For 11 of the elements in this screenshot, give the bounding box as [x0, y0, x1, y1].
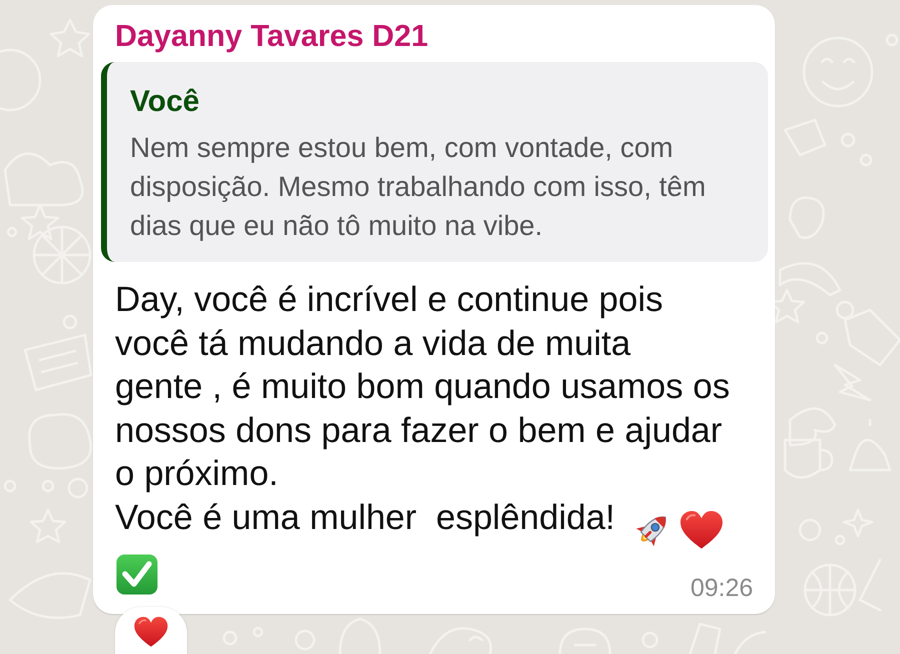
check-mark-icon	[116, 554, 158, 595]
message-time: 09:26	[690, 574, 753, 602]
message-text: Day, você é incrível e continue pois você tá mudando a vida de muita gente , é muito bom quando usamos os nossos dons para fazer o bem e ajudar o próximo.	[114, 279, 731, 495]
quote-text: Nem sempre estou bem, com vontade, com disposição. Mesmo trabalhando com isso, têm dias que eu não tô muito na vibe.	[130, 130, 707, 243]
quote-author: Você	[130, 84, 200, 120]
sender-name: Dayanny Tavares D21	[114, 18, 430, 54]
reaction-bubble[interactable]	[115, 607, 187, 654]
heart-icon	[134, 616, 168, 648]
heart-icon	[680, 508, 724, 550]
quoted-message[interactable]: Você Nem sempre estou bem, com vontade, com disposição. Mesmo trabalhando com isso, têm dias que eu não tô muito na vibe.	[101, 62, 768, 262]
message-text: Você é uma mulher esplêndida!	[114, 496, 616, 538]
